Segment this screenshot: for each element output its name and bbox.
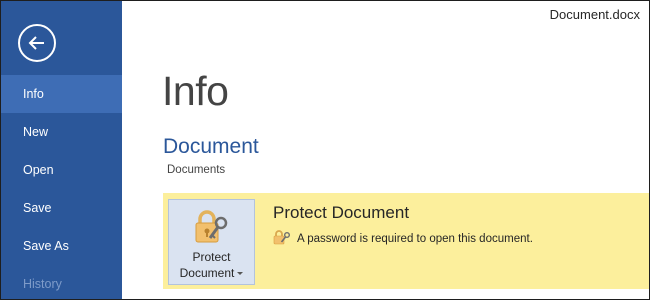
lock-key-icon (195, 210, 228, 243)
sidebar-item-open[interactable]: Open (1, 151, 122, 189)
backstage-sidebar: Info New Open Save Save As History (1, 1, 122, 299)
document-path: Documents (167, 164, 226, 176)
small-lock-key-icon (273, 230, 290, 245)
document-title: Document.docx (549, 7, 640, 22)
protect-document-button[interactable]: Protect Document (168, 199, 255, 285)
protect-document-panel: Protect Document Protect Document A pass… (163, 193, 649, 289)
back-arrow-icon (28, 36, 44, 50)
protect-button-line1: Protect (192, 250, 231, 264)
back-button[interactable] (18, 24, 56, 62)
sidebar-item-save-as[interactable]: Save As (1, 227, 122, 265)
sidebar-item-info[interactable]: Info (1, 75, 122, 113)
protect-button-line2: Document (179, 266, 235, 280)
sidebar-item-save[interactable]: Save (1, 189, 122, 227)
protect-heading: Protect Document (273, 203, 410, 222)
section-title: Document (163, 135, 259, 158)
dropdown-caret-icon (237, 272, 244, 276)
protect-description-text: A password is required to open this docu… (297, 233, 533, 245)
sidebar-item-new[interactable]: New (1, 113, 122, 151)
sidebar-item-history[interactable]: History (1, 265, 122, 300)
protect-description: A password is required to open this docu… (273, 229, 533, 245)
page-title: Info (162, 68, 229, 114)
